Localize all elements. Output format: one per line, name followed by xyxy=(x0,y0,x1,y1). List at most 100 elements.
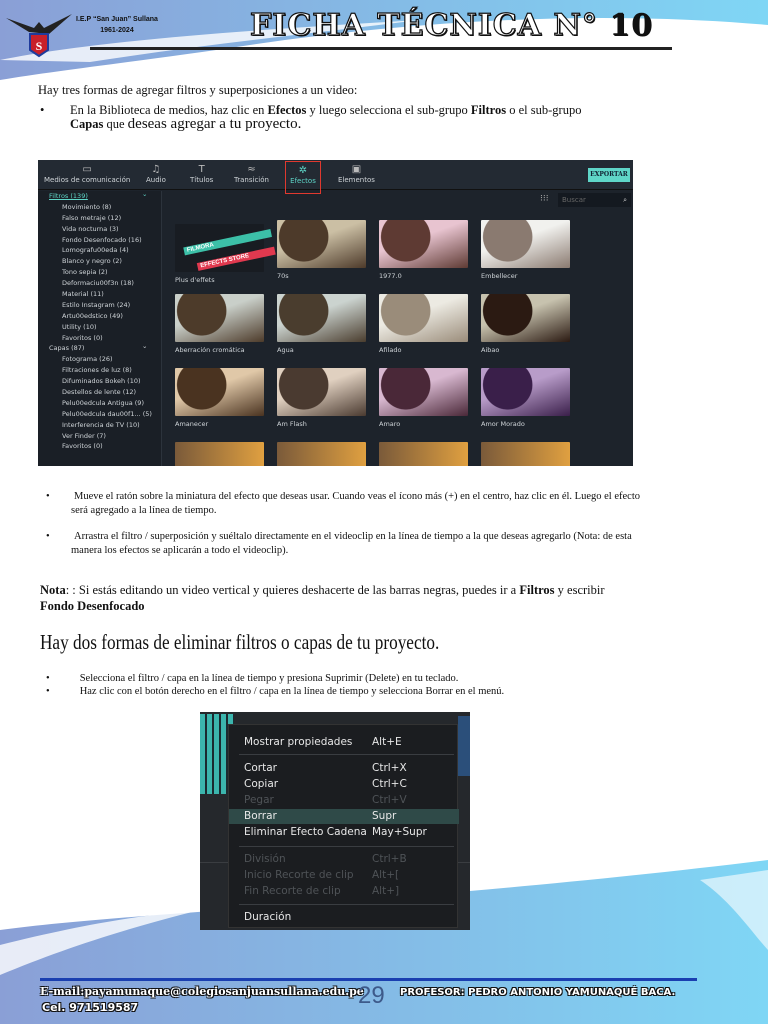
sidebar-item[interactable]: Estilo Instagram (24) xyxy=(38,300,161,311)
bullet-4-text: Selecciona el filtro / capa en la línea … xyxy=(79,673,459,684)
tab-elements[interactable]: ▣ Elementos xyxy=(338,164,375,184)
heading-remove: Hay dos formas de eliminar filtros o cap… xyxy=(40,630,440,654)
footer-teacher: PROFESOR: PEDRO ANTONIO YAMUNAQUÉ BACA. xyxy=(400,987,676,998)
tab-label: Transición xyxy=(234,176,269,184)
sidebar-item[interactable]: Ver Finder (7) xyxy=(38,431,161,442)
sidebar-item[interactable]: Fotograma (26) xyxy=(38,354,161,365)
sidebar-item[interactable]: Material (11) xyxy=(38,289,161,300)
note-label: Nota xyxy=(40,583,66,597)
tab-label: Audio xyxy=(146,176,166,184)
title-text: FICHA TÉCNICA N° xyxy=(249,7,598,43)
menu-shortcut: Ctrl+C xyxy=(372,778,407,790)
thumbnail-image xyxy=(175,368,264,416)
context-menu: Mostrar propiedades Alt+E Cortar Ctrl+X Copi… xyxy=(228,724,459,928)
effect-thumbnail[interactable]: 1977.0 xyxy=(379,220,468,280)
image-icon: ▣ xyxy=(351,164,362,175)
sidebar-item[interactable]: Fondo Desenfocado (16) xyxy=(38,235,161,246)
sidebar-item[interactable]: Interferencia de TV (10) xyxy=(38,420,161,431)
sidebar-group[interactable]: Filtros (139) ⌄ xyxy=(38,189,161,202)
effect-thumbnail[interactable]: Agua xyxy=(277,294,366,354)
menu-label: Borrar xyxy=(244,810,277,822)
sidebar-item[interactable]: Favoritos (0) xyxy=(38,441,161,452)
sidebar-item[interactable]: Pelu00edcula dau00f1... (5) xyxy=(38,409,161,420)
effect-thumbnail[interactable]: Amaro xyxy=(379,368,468,428)
effect-thumbnail[interactable]: FILMORA EFFECTS STORE Plus d'effets xyxy=(175,220,276,284)
note: Nota: : Si estás editando un video verti… xyxy=(40,582,690,614)
thumbnail-image xyxy=(379,294,468,342)
menu-item-borrar[interactable]: Borrar Supr xyxy=(229,809,459,824)
thumbnail-image xyxy=(481,368,570,416)
effect-thumbnail[interactable] xyxy=(379,442,468,466)
sidebar-item[interactable]: Falso metraje (12) xyxy=(38,213,161,224)
effects-sidebar: Filtros (139) ⌄ Movimiento (8) Falso metraj… xyxy=(38,189,162,466)
export-button[interactable]: EXPORTAR xyxy=(588,168,630,182)
timeline-clip xyxy=(458,716,470,776)
tab-label: Títulos xyxy=(190,176,214,184)
effect-thumbnail[interactable] xyxy=(175,442,264,466)
sidebar-item[interactable]: Difuminados Bokeh (10) xyxy=(38,376,161,387)
thumbnail-label: Amor Morado xyxy=(481,420,525,428)
bullet-2: • Mueve el ratón sobre la miniatura del e… xyxy=(46,490,646,518)
search-input[interactable]: Buscar ⌕ xyxy=(558,193,631,207)
effect-thumbnail[interactable]: Aibao xyxy=(481,294,570,354)
svg-text:S: S xyxy=(36,39,43,53)
sidebar-item[interactable]: Lomografu00eda (4) xyxy=(38,245,161,256)
sidebar-item[interactable]: Movimiento (8) xyxy=(38,202,161,213)
grid-view-icon[interactable]: ⁝⁝⁝ xyxy=(540,194,549,204)
menu-label: Eliminar Efecto Cadena xyxy=(244,826,367,838)
menu-item-copiar[interactable]: Copiar Ctrl+C xyxy=(229,777,459,792)
effect-thumbnail[interactable] xyxy=(481,442,570,466)
chevron-down-icon[interactable]: ⌄ xyxy=(142,189,147,200)
sidebar-item[interactable]: Pelu00edcula Antigua (9) xyxy=(38,398,161,409)
sidebar-item[interactable]: Artu00edstico (49) xyxy=(38,311,161,322)
b1-text: deseas agregar a tu proyecto. xyxy=(127,116,302,132)
effect-thumbnail[interactable]: Embellecer xyxy=(481,220,570,280)
b1-text: que xyxy=(103,117,128,131)
tab-titles[interactable]: T Títulos xyxy=(190,164,213,184)
tab-label: Medios de comunicación xyxy=(44,176,131,184)
school-label: I.E.P “San Juan” Sullana xyxy=(76,16,158,23)
menu-item-duraci-n[interactable]: Duración xyxy=(229,910,459,925)
school-logo: S xyxy=(4,8,74,58)
menu-shortcut: Alt+E xyxy=(372,736,402,748)
thumbnail-image xyxy=(277,294,366,342)
sidebar-item[interactable]: Utility (10) xyxy=(38,322,161,333)
effect-thumbnail[interactable]: Am Flash xyxy=(277,368,366,428)
menu-item-mostrar-propiedades[interactable]: Mostrar propiedades Alt+E xyxy=(229,735,459,750)
filmora-screenshot: ▭ Medios de comunicación ♫ Audio T Títulos … xyxy=(38,160,633,466)
chevron-down-icon[interactable]: ⌄ xyxy=(142,341,147,352)
sidebar-item[interactable]: Blanco y negro (2) xyxy=(38,256,161,267)
menu-item-cortar[interactable]: Cortar Ctrl+X xyxy=(229,761,459,776)
effect-thumbnail[interactable]: Afilado xyxy=(379,294,468,354)
effect-thumbnail[interactable] xyxy=(277,442,366,466)
tab-audio[interactable]: ♫ Audio xyxy=(146,164,166,184)
menu-label: División xyxy=(244,853,286,865)
bullet-4: • Selecciona el filtro / capa en la línea… xyxy=(46,673,459,684)
menu-item-inicio-recorte-de-clip[interactable]: Inicio Recorte de clip Alt+[ xyxy=(229,868,459,883)
b1-filtros: Filtros xyxy=(470,103,507,117)
tab-label: Elementos xyxy=(338,176,375,184)
tab-effects[interactable]: ✲ Efectos xyxy=(285,161,321,194)
effect-thumbnail[interactable]: 70s xyxy=(277,220,366,280)
sidebar-item[interactable]: Tono sepia (2) xyxy=(38,267,161,278)
menu-item-fin-recorte-de-clip[interactable]: Fin Recorte de clip Alt+] xyxy=(229,884,459,899)
effect-thumbnail[interactable]: Amanecer xyxy=(175,368,264,428)
sidebar-item[interactable]: Destellos de lente (12) xyxy=(38,387,161,398)
tab-label: Efectos xyxy=(290,177,316,185)
effect-thumbnail[interactable]: Aberración cromática xyxy=(175,294,264,354)
thumbnail-label: Amaro xyxy=(379,420,401,428)
sidebar-item[interactable]: Deformaciu00f3n (18) xyxy=(38,278,161,289)
menu-item-eliminar-efecto-cadena[interactable]: Eliminar Efecto Cadena May+Supr xyxy=(229,825,459,840)
note-fondo: Fondo Desenfocado xyxy=(40,599,145,613)
menu-item-divisi-n[interactable]: División Ctrl+B xyxy=(229,852,459,867)
effect-thumbnail[interactable]: Amor Morado xyxy=(481,368,570,428)
sidebar-item[interactable]: Vida nocturna (3) xyxy=(38,224,161,235)
sidebar-item[interactable]: Filtraciones de luz (8) xyxy=(38,365,161,376)
intro-text: Hay tres formas de agregar filtros y sup… xyxy=(38,83,358,97)
menu-item-pegar[interactable]: Pegar Ctrl+V xyxy=(229,793,459,808)
sidebar-group[interactable]: Capas (87) ⌄ xyxy=(38,341,161,354)
bullet-3-text: Arrastra el filtro / superposición y sué… xyxy=(71,531,632,556)
tab-transition[interactable]: ≈ Transición xyxy=(234,164,269,184)
thumbnail-label: Embellecer xyxy=(481,272,518,280)
tab-media[interactable]: ▭ Medios de comunicación xyxy=(44,164,130,184)
